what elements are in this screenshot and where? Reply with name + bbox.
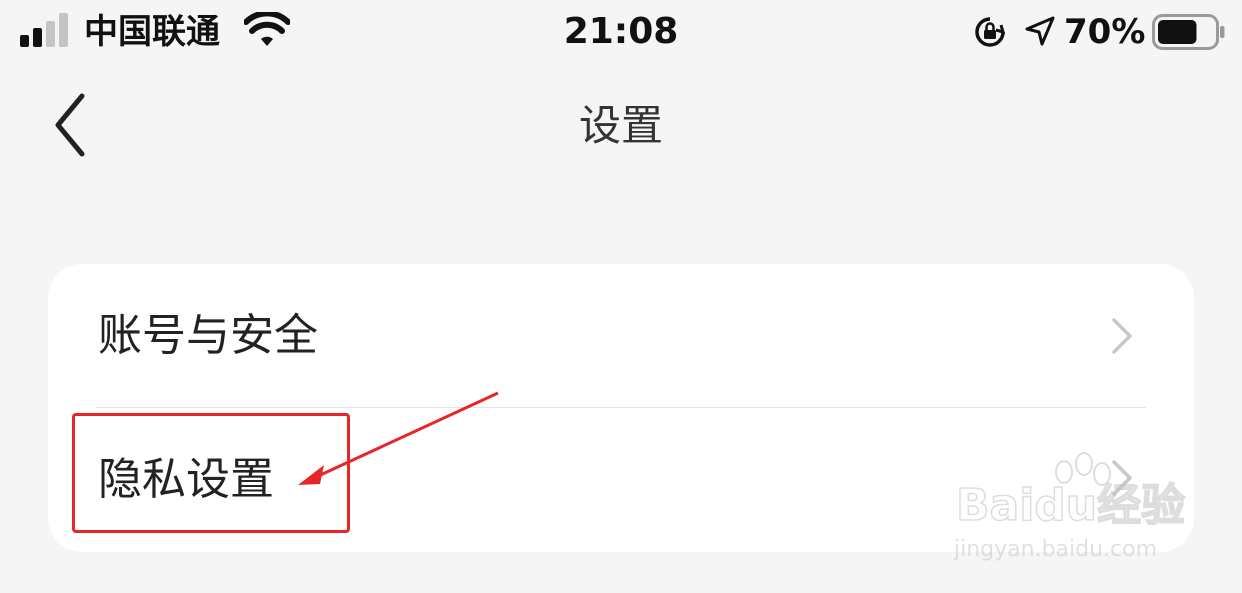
chevron-left-icon xyxy=(55,93,85,157)
watermark: Baidu经验 jingyan.baidu.com xyxy=(950,452,1190,572)
signal-icon xyxy=(20,13,68,47)
clock: 21:08 xyxy=(563,11,679,52)
chevron-right-icon xyxy=(1112,318,1132,354)
wifi-icon xyxy=(244,12,290,46)
page-title: 设置 xyxy=(578,101,663,150)
back-button[interactable] xyxy=(44,90,100,160)
carrier-name: 中国联通 xyxy=(84,12,220,52)
watermark-brand: Baidu经验 xyxy=(955,479,1186,532)
rotation-lock-icon xyxy=(975,17,1006,47)
watermark-url: jingyan.baidu.com xyxy=(954,537,1158,562)
location-arrow-icon xyxy=(1025,16,1055,46)
settings-item-label: 账号与安全 xyxy=(98,310,318,361)
battery-icon xyxy=(1152,14,1225,50)
status-bar: 中国联通 21:08 70% xyxy=(0,0,1242,64)
settings-item-account-security[interactable]: 账号与安全 xyxy=(48,264,1194,408)
battery-percent: 70% xyxy=(1064,12,1146,52)
annotation-arrow-icon xyxy=(298,391,499,485)
